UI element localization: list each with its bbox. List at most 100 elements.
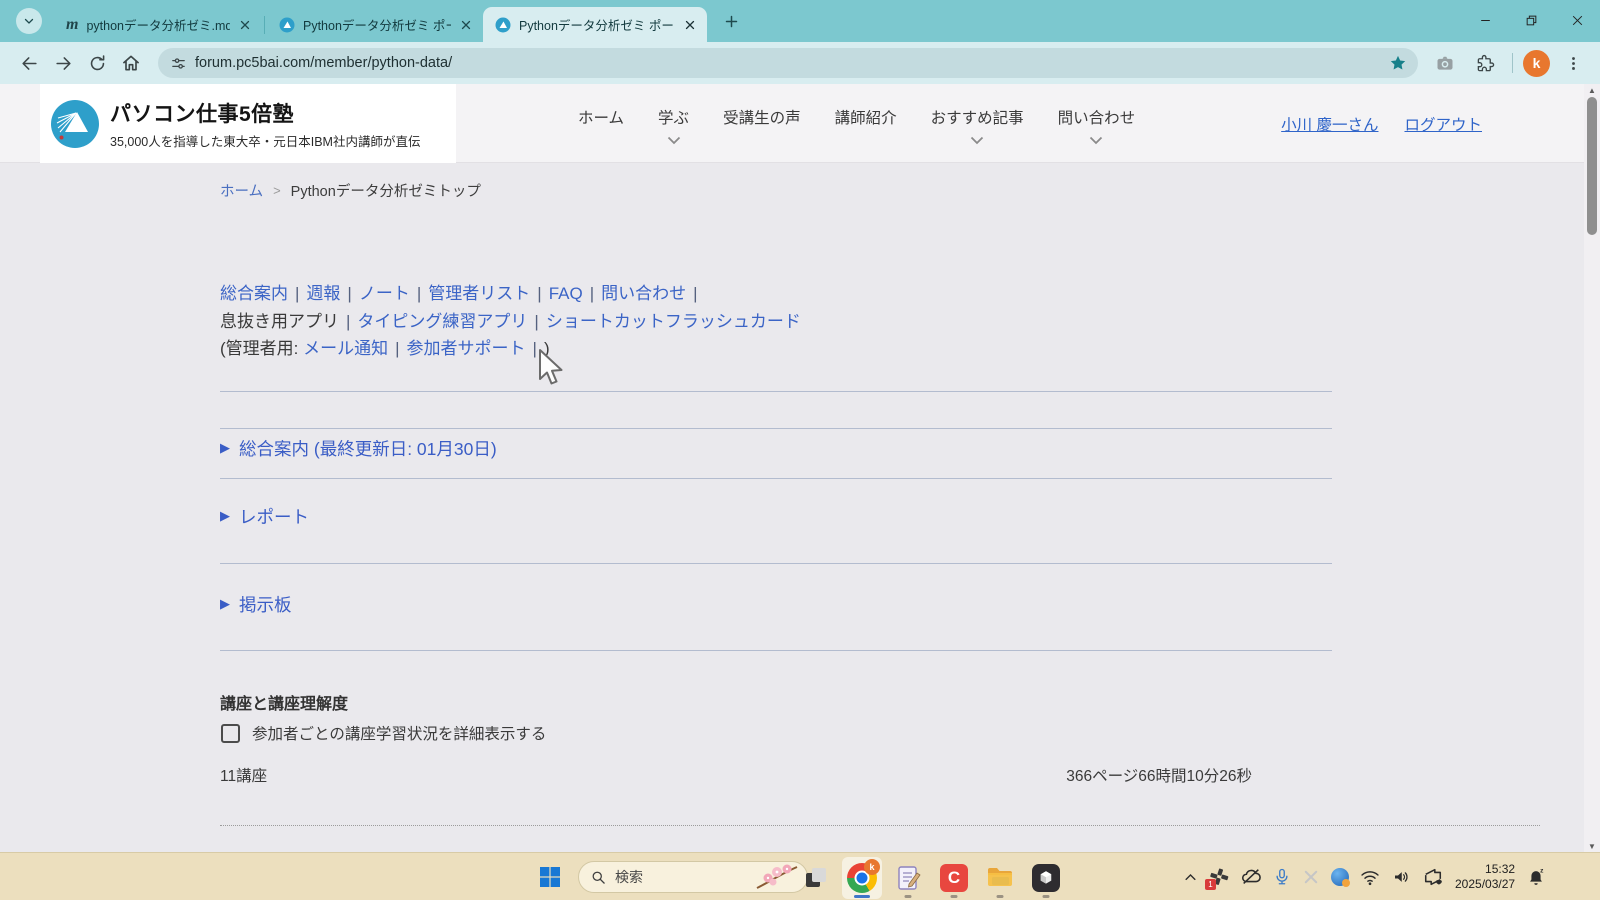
- close-tab-icon[interactable]: [683, 18, 697, 32]
- main-nav: ホーム 学ぶ 受講生の声 講師紹介 おすすめ記事 問い合わせ: [578, 84, 1135, 163]
- link-shortcut-flashcards[interactable]: ショートカットフラッシュカード: [546, 312, 801, 331]
- pipe-separator: |: [288, 284, 306, 303]
- scrollbar-thumb[interactable]: [1587, 97, 1597, 235]
- tray-notification-bell[interactable]: z: [1526, 867, 1546, 887]
- link-note[interactable]: ノート: [359, 284, 410, 303]
- section-label[interactable]: 総合案内 (最終更新日: 01月30日): [239, 436, 497, 461]
- section-report[interactable]: ▶ レポート: [220, 504, 309, 528]
- link-typing-app[interactable]: タイピング練習アプリ: [357, 312, 527, 331]
- restore-button[interactable]: [1508, 0, 1554, 40]
- taskbar-search[interactable]: 検索: [578, 861, 808, 893]
- camera-icon: [1435, 53, 1455, 73]
- tab-portal-2-active[interactable]: Pythonデータ分析ゼミ ポータルトップ: [483, 7, 707, 42]
- notepad-icon: [894, 864, 922, 892]
- minimize-button[interactable]: [1462, 0, 1508, 40]
- search-icon: [591, 870, 606, 885]
- close-tab-icon[interactable]: [459, 18, 473, 32]
- taskbar-chrome-button[interactable]: k: [842, 857, 882, 899]
- link-admin-list[interactable]: 管理者リスト: [428, 284, 530, 303]
- page-scrollbar[interactable]: ▲ ▼: [1584, 84, 1600, 852]
- home-icon: [121, 53, 141, 73]
- taskbar-file-explorer-button[interactable]: [980, 857, 1020, 899]
- chevron-down-icon: [23, 15, 35, 27]
- taskbar-apps: k C: [796, 857, 1066, 899]
- section-board[interactable]: ▶ 掲示板: [220, 592, 292, 616]
- reload-icon: [88, 54, 107, 73]
- section-label[interactable]: レポート: [239, 504, 309, 529]
- extensions-button[interactable]: [1468, 46, 1502, 80]
- tray-browser-orb[interactable]: [1331, 868, 1349, 886]
- nav-item-instructors[interactable]: 講師紹介: [835, 106, 897, 142]
- running-app-indicator: [1043, 895, 1050, 898]
- nav-label: 問い合わせ: [1058, 106, 1136, 128]
- start-button[interactable]: [538, 865, 562, 894]
- logout-link[interactable]: ログアウト: [1404, 113, 1482, 135]
- pipe-separator: |: [530, 284, 548, 303]
- puzzle-icon: [1476, 54, 1495, 73]
- forward-button[interactable]: [46, 46, 80, 80]
- screenshot-button[interactable]: [1428, 46, 1462, 80]
- new-tab-button[interactable]: [717, 7, 745, 35]
- browser-menu-button[interactable]: [1556, 46, 1590, 80]
- section-label[interactable]: 掲示板: [239, 592, 292, 617]
- tray-volume[interactable]: [1391, 868, 1411, 886]
- link-mail-notify[interactable]: メール通知: [303, 339, 388, 358]
- section-sogoannai[interactable]: ▶ 総合案内 (最終更新日: 01月30日): [220, 436, 497, 460]
- tray-expand-button[interactable]: [1183, 870, 1198, 885]
- seasonal-blossom-icon[interactable]: [755, 864, 799, 890]
- file-explorer-icon: [985, 863, 1015, 893]
- link-faq[interactable]: FAQ: [549, 284, 583, 303]
- nav-item-learn[interactable]: 学ぶ: [658, 106, 689, 142]
- nav-item-home[interactable]: ホーム: [578, 106, 624, 142]
- breadcrumb-home-link[interactable]: ホーム: [220, 180, 263, 201]
- profile-avatar[interactable]: k: [1523, 50, 1550, 77]
- tray-notification-app[interactable]: 1: [1209, 867, 1229, 887]
- link-shuho[interactable]: 週報: [306, 284, 340, 303]
- nav-label: 学ぶ: [658, 106, 689, 128]
- checkbox-label[interactable]: 参加者ごとの講座学習状況を詳細表示する: [252, 722, 546, 744]
- tab-portal-1[interactable]: Pythonデータ分析ゼミ ポータルトップ: [267, 7, 483, 42]
- tray-clock[interactable]: 15:32 2025/03/27: [1455, 862, 1515, 892]
- close-window-button[interactable]: [1554, 0, 1600, 40]
- bell-snooze-icon: z: [1526, 867, 1546, 887]
- link-sogoannai[interactable]: 総合案内: [220, 284, 288, 303]
- taskbar-dark-app-button[interactable]: [1026, 857, 1066, 899]
- tray-studio-effects[interactable]: [1422, 867, 1444, 887]
- home-button[interactable]: [114, 46, 148, 80]
- tray-onedrive-paused[interactable]: [1240, 866, 1262, 888]
- taskbar-notepad-button[interactable]: [888, 857, 928, 899]
- close-tab-icon[interactable]: [238, 18, 252, 32]
- user-name-link[interactable]: 小川 慶一さん: [1281, 113, 1378, 135]
- url-text[interactable]: forum.pc5bai.com/member/python-data/: [195, 55, 1384, 71]
- tray-close-item[interactable]: [1302, 868, 1320, 886]
- taskbar-camtasia-button[interactable]: C: [934, 857, 974, 899]
- address-bar[interactable]: forum.pc5bai.com/member/python-data/: [158, 48, 1418, 78]
- tray-microphone[interactable]: [1273, 867, 1291, 887]
- detail-display-checkbox[interactable]: [221, 724, 240, 743]
- cloud-slash-icon: [1240, 866, 1262, 888]
- speaker-icon: [1391, 868, 1411, 886]
- divider-line: [220, 428, 1332, 429]
- running-app-indicator: [905, 895, 912, 898]
- reload-button[interactable]: [80, 46, 114, 80]
- kebab-menu-icon: [1565, 55, 1582, 72]
- site-logo-box[interactable]: パソコン仕事5倍塾 35,000人を指導した東大卒・元日本IBM社内講師が直伝: [40, 84, 456, 163]
- scroll-down-arrow[interactable]: ▼: [1584, 840, 1600, 852]
- nav-item-articles[interactable]: おすすめ記事: [931, 106, 1024, 142]
- bookmark-button[interactable]: [1384, 49, 1412, 77]
- site-info-icon[interactable]: [170, 55, 187, 72]
- link-participant-support[interactable]: 参加者サポート: [407, 339, 526, 358]
- link-contact[interactable]: 問い合わせ: [601, 284, 686, 303]
- tab-title: Pythonデータ分析ゼミ ポータルトップ: [303, 15, 451, 34]
- tab-search-button[interactable]: [16, 8, 42, 34]
- nav-item-voices[interactable]: 受講生の声: [723, 106, 801, 142]
- pipe-separator: |: [583, 284, 601, 303]
- back-button[interactable]: [12, 46, 46, 80]
- task-view-button[interactable]: [796, 857, 836, 899]
- breadcrumb: ホーム > Pythonデータ分析ゼミトップ: [220, 180, 481, 201]
- tab-markdown-doc[interactable]: m pythonデータ分析ゼミ.md: [54, 7, 262, 42]
- scroll-up-arrow[interactable]: ▲: [1584, 84, 1600, 96]
- site-logo-icon: [50, 99, 100, 149]
- tray-wifi[interactable]: [1360, 869, 1380, 886]
- nav-item-contact[interactable]: 問い合わせ: [1058, 106, 1136, 142]
